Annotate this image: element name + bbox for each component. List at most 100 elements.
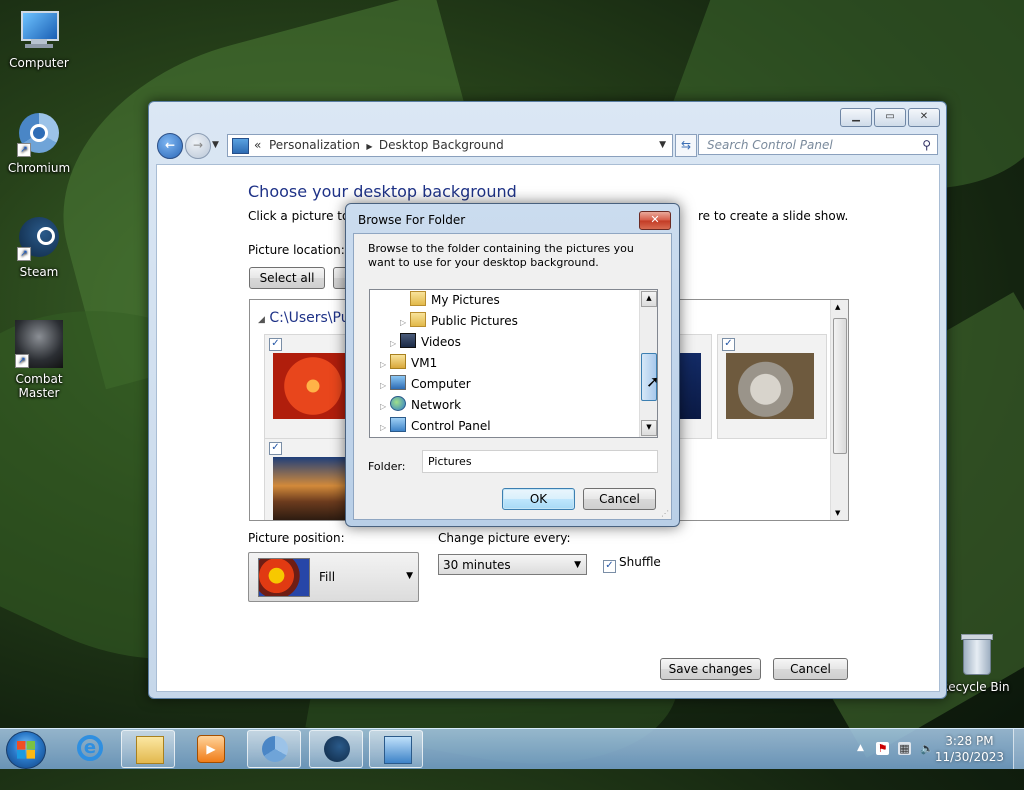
- wallpaper-thumb-lighthouse[interactable]: ✓: [264, 438, 356, 520]
- control-panel-icon: [384, 736, 412, 764]
- minimize-button[interactable]: ▁: [840, 108, 872, 127]
- thumb-checkbox[interactable]: ✓: [269, 442, 282, 455]
- tree-scrollbar[interactable]: ▲ ▼: [639, 290, 657, 437]
- select-all-button[interactable]: Select all: [249, 267, 325, 289]
- tree-item-my-pictures[interactable]: My Pictures: [400, 290, 500, 310]
- taskbar-media-player[interactable]: ▶: [183, 730, 237, 768]
- taskbar-internet-explorer[interactable]: e: [63, 730, 117, 768]
- tree-item-label: Control Panel: [411, 419, 491, 433]
- desktop-icon-combat-master[interactable]: ↗ Combat Master: [1, 320, 77, 400]
- search-icon[interactable]: ⚲: [922, 135, 931, 156]
- breadcrumb-personalization[interactable]: Personalization: [269, 138, 360, 152]
- network-icon: [390, 396, 406, 411]
- internet-explorer-icon: e: [77, 735, 103, 761]
- taskbar-file-explorer[interactable]: [121, 730, 175, 768]
- chromium-icon: [262, 736, 288, 762]
- action-center-icon[interactable]: ⚑: [876, 742, 889, 755]
- browse-for-folder-dialog: Browse For Folder ✕ Browse to the folder…: [345, 203, 680, 527]
- maximize-button[interactable]: ▭: [874, 108, 906, 127]
- tree-item-control-panel[interactable]: ▷ Control Panel: [380, 416, 491, 436]
- search-input[interactable]: Search Control Panel ⚲: [698, 134, 938, 155]
- system-tray: ▲ ⚑ ▦ 🔈 3:28 PM 11/30/2023: [834, 729, 1024, 769]
- change-picture-interval-select[interactable]: 30 minutes ▼: [438, 554, 587, 575]
- gallery-group-header[interactable]: ◢ C:\Users\Pu: [258, 310, 350, 326]
- tree-item-public-pictures[interactable]: ▷ Public Pictures: [400, 311, 518, 331]
- picture-position-dropdown[interactable]: Fill ▼: [248, 552, 419, 602]
- forward-button[interactable]: →: [185, 133, 211, 159]
- refresh-button[interactable]: ⇆: [675, 134, 697, 157]
- ok-button[interactable]: OK: [502, 488, 575, 510]
- back-button[interactable]: ←: [157, 133, 183, 159]
- intro-text-tail: re to create a slide show.: [698, 209, 849, 223]
- chevron-down-icon: ▼: [574, 560, 581, 570]
- tree-expander-icon[interactable]: ▷: [380, 355, 390, 375]
- shuffle-label: Shuffle: [619, 555, 661, 569]
- collapse-icon[interactable]: ◢: [258, 315, 265, 325]
- folder-icon: [410, 291, 426, 306]
- recent-pages-dropdown[interactable]: ▼: [212, 140, 219, 150]
- thumb-checkbox[interactable]: ✓: [722, 338, 735, 351]
- clock-time: 3:28 PM: [945, 734, 994, 748]
- folder-input[interactable]: Pictures: [422, 450, 658, 473]
- tree-item-computer[interactable]: ▷ Computer: [380, 374, 471, 394]
- gallery-path: C:\Users\Pu: [269, 310, 350, 326]
- taskbar-chromium[interactable]: [247, 730, 301, 768]
- desktop-icon-label: Recycle Bin: [940, 680, 1010, 694]
- wallpaper-thumb-flower[interactable]: ✓: [264, 334, 356, 439]
- address-bar[interactable]: « Personalization ▶ Desktop Background ▼: [227, 134, 673, 157]
- tree-item-network[interactable]: ▷ Network: [380, 395, 461, 415]
- desktop-icon-label: Combat Master: [15, 372, 63, 400]
- taskbar-control-panel[interactable]: [369, 730, 423, 768]
- computer-icon: [17, 8, 61, 52]
- tree-expander-icon[interactable]: ▷: [380, 397, 390, 417]
- save-changes-button[interactable]: Save changes: [660, 658, 761, 680]
- desktop-icon-steam[interactable]: ↗ Steam: [1, 217, 77, 279]
- tree-expander-icon[interactable]: ▷: [390, 334, 400, 354]
- desktop-icon-chromium[interactable]: ↗ Chromium: [1, 113, 77, 175]
- clock-date: 11/30/2023: [934, 750, 1004, 764]
- thumb-checkbox[interactable]: ✓: [269, 338, 282, 351]
- tree-item-videos[interactable]: ▷ Videos: [390, 332, 461, 352]
- cancel-button[interactable]: Cancel: [773, 658, 848, 680]
- chromium-icon: ↗: [17, 113, 61, 157]
- clock[interactable]: 3:28 PM 11/30/2023: [935, 733, 1004, 765]
- tree-item-vm1[interactable]: ▷ VM1: [380, 353, 437, 373]
- scroll-down-icon[interactable]: ▼: [835, 509, 840, 517]
- breadcrumb-separator-icon[interactable]: ▶: [364, 142, 375, 151]
- folder-icon: [410, 312, 426, 327]
- control-panel-icon: [232, 138, 249, 154]
- shuffle-checkbox[interactable]: ✓ Shuffle: [603, 555, 661, 573]
- dialog-cancel-button[interactable]: Cancel: [583, 488, 656, 510]
- desktop-icon-recycle-bin[interactable]: Recycle Bin: [937, 632, 1013, 694]
- tree-expander-icon[interactable]: ▷: [400, 313, 410, 333]
- volume-muted-icon[interactable]: 🔈: [920, 742, 934, 755]
- dialog-close-button[interactable]: ✕: [639, 211, 671, 230]
- scroll-up-icon[interactable]: ▲: [835, 303, 840, 311]
- breadcrumb-desktop-background[interactable]: Desktop Background: [379, 138, 504, 152]
- scroll-up-icon[interactable]: ▲: [641, 291, 657, 307]
- position-preview-image: [258, 558, 310, 597]
- resize-grip-icon[interactable]: ⋰: [661, 509, 669, 518]
- breadcrumb-overflow[interactable]: «: [254, 138, 261, 152]
- address-dropdown-icon[interactable]: ▼: [659, 135, 666, 156]
- show-desktop-button[interactable]: [1013, 729, 1024, 769]
- dialog-description: Browse to the folder containing the pict…: [368, 242, 634, 269]
- dialog-body: Browse to the folder containing the pict…: [353, 233, 672, 520]
- close-button[interactable]: ✕: [908, 108, 940, 127]
- taskbar-steam[interactable]: [309, 730, 363, 768]
- tree-expander-icon[interactable]: ▷: [380, 418, 390, 437]
- desktop-icon-label: Chromium: [7, 161, 71, 175]
- network-status-icon[interactable]: ▦: [898, 742, 911, 755]
- desktop-icon-computer[interactable]: Computer: [1, 8, 77, 70]
- gallery-scrollbar[interactable]: ▼ ▲: [830, 300, 848, 520]
- desktop-icon-label: Steam: [19, 265, 59, 279]
- tree-item-label: Public Pictures: [431, 314, 518, 328]
- tree-expander-icon[interactable]: ▷: [380, 376, 390, 396]
- checkbox-check-icon[interactable]: ✓: [603, 560, 616, 573]
- start-button[interactable]: [6, 731, 46, 769]
- interval-value: 30 minutes: [443, 558, 511, 572]
- wallpaper-thumb-koala[interactable]: ✓: [717, 334, 827, 439]
- scroll-down-icon[interactable]: ▼: [641, 420, 657, 436]
- gallery-scroll-thumb[interactable]: [833, 318, 847, 454]
- show-hidden-icons-icon[interactable]: ▲: [854, 742, 867, 755]
